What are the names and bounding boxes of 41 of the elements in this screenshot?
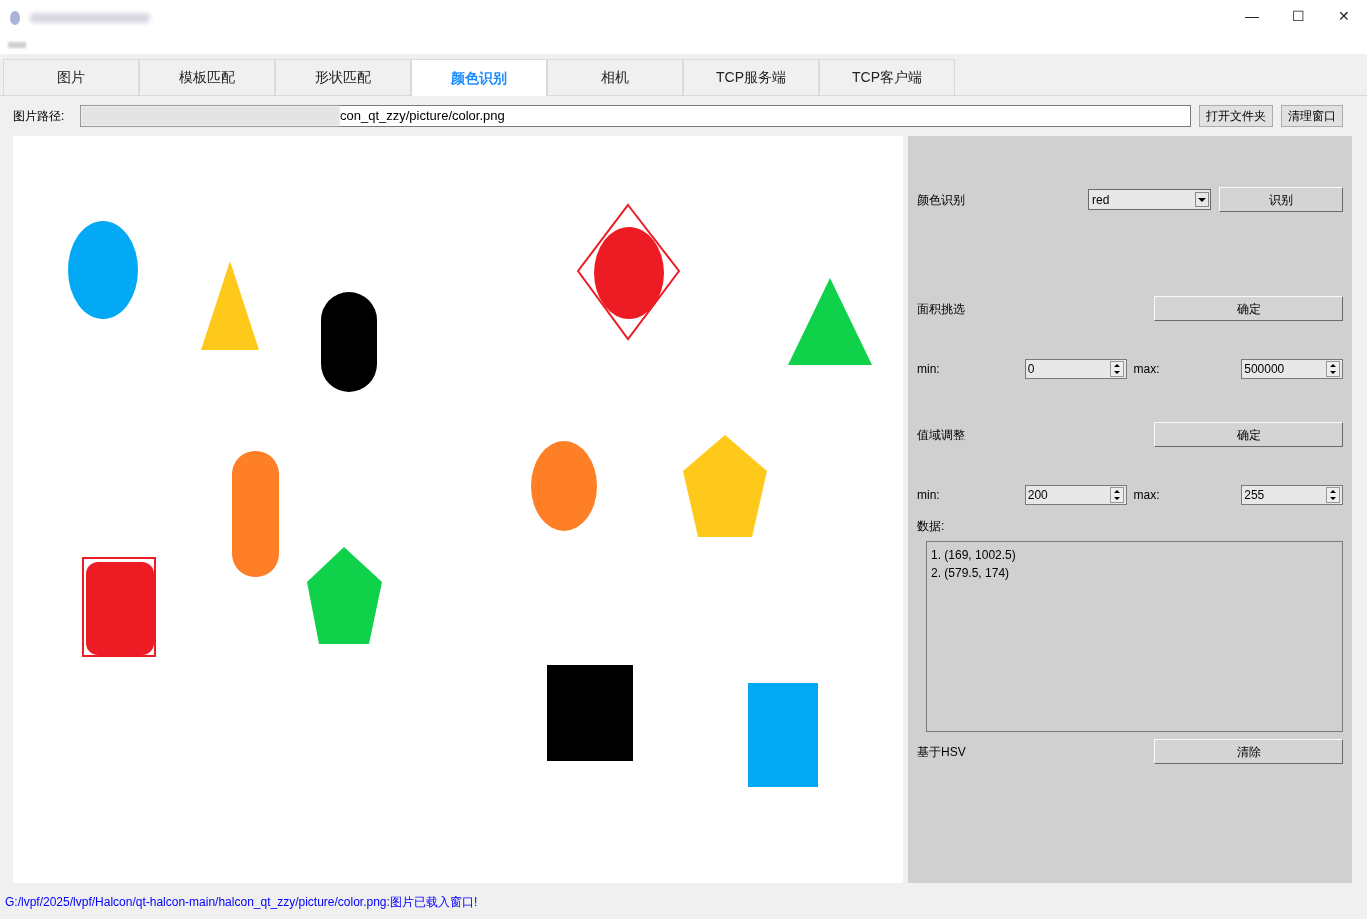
- data-text-area[interactable]: 1. (169, 1002.5) 2. (579.5, 174): [926, 541, 1343, 732]
- clear-window-button[interactable]: 清理窗口: [1281, 105, 1343, 127]
- path-label: 图片路径:: [13, 108, 66, 125]
- row-label: 基于HSV: [917, 743, 967, 761]
- push-button[interactable]: 清除: [1154, 739, 1343, 764]
- tab[interactable]: 模板匹配: [139, 59, 275, 96]
- push-button[interactable]: 识别: [1219, 187, 1343, 212]
- data-line: 1. (169, 1002.5): [931, 547, 1017, 564]
- data-line: 2. (579.5, 174): [931, 565, 1011, 582]
- maximize-button[interactable]: ☐: [1275, 0, 1321, 32]
- tab[interactable]: 图片: [3, 59, 139, 96]
- spin-box[interactable]: 0: [1024, 359, 1127, 379]
- row-label: 颜色识别: [917, 191, 966, 209]
- path-field[interactable]: con_qt_zzy/picture/color.png: [80, 105, 1191, 127]
- data-label: 数据:: [917, 518, 946, 535]
- row-label: 值域调整: [917, 426, 966, 444]
- min-label: min:: [917, 487, 941, 504]
- tab[interactable]: 相机: [547, 59, 683, 96]
- spin-arrows-icon[interactable]: [1326, 487, 1340, 503]
- spin-box[interactable]: 200: [1024, 485, 1127, 505]
- close-button[interactable]: ✕: [1321, 0, 1367, 32]
- status-message: G:/lvpf/2025/lvpf/Halcon/qt-halcon-main/halcon_qt_zzy/picture/color.png:图片已载入窗口!: [5, 894, 478, 911]
- row-label: 面积挑选: [917, 300, 966, 318]
- blurred-menu: [8, 42, 26, 48]
- spin-arrows-icon[interactable]: [1109, 487, 1124, 503]
- spin-box[interactable]: 500000: [1241, 359, 1343, 379]
- max-label: max:: [1133, 361, 1161, 378]
- minimize-button[interactable]: —: [1229, 0, 1275, 32]
- tab[interactable]: 形状匹配: [275, 59, 411, 96]
- max-label: max:: [1133, 487, 1161, 504]
- push-button[interactable]: 确定: [1154, 296, 1343, 321]
- app-icon: [8, 9, 22, 27]
- open-folder-button[interactable]: 打开文件夹: [1199, 105, 1273, 127]
- min-label: min:: [917, 361, 941, 378]
- tab[interactable]: TCP服务端: [683, 59, 819, 96]
- spin-box[interactable]: 255: [1241, 485, 1343, 505]
- push-button[interactable]: 确定: [1154, 422, 1343, 447]
- color-dropdown[interactable]: red: [1088, 189, 1211, 210]
- spin-arrows-icon[interactable]: [1326, 361, 1340, 377]
- tab[interactable]: TCP客户端: [819, 59, 955, 96]
- spin-arrows-icon[interactable]: [1109, 361, 1124, 377]
